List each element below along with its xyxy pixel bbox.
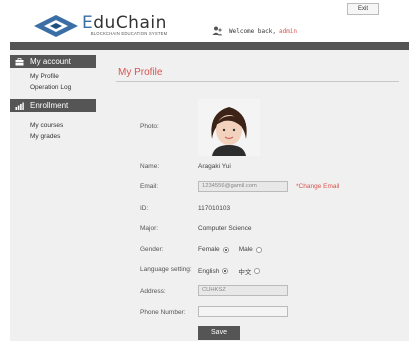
gender-option-male-label: Male — [238, 246, 253, 253]
major-label: Major: — [140, 225, 159, 232]
logo-prefix: E — [82, 13, 94, 33]
name-label: Name: — [140, 163, 160, 170]
name-value: Aragaki Yui — [198, 163, 231, 170]
address-field[interactable]: CUHKSZ — [198, 285, 288, 296]
phone-label: Phone Number: — [140, 309, 186, 316]
logo-subtitle: BLOCKCHAIN EDUCATION SYSTEM — [90, 31, 168, 36]
sidebar-item-operation-log[interactable]: Operation Log — [10, 82, 96, 93]
email-label: Email: — [140, 183, 159, 190]
app-header: EduChain BLOCKCHAIN EDUCATION SYSTEM Wel… — [0, 0, 409, 40]
language-label: Language setting: — [140, 266, 192, 273]
language-radio-english[interactable] — [222, 268, 229, 274]
id-label: ID: — [140, 205, 149, 212]
sidebar: My account My Profile Operation Log Enro… — [10, 50, 96, 341]
sidebar-item-my-profile[interactable]: My Profile — [10, 71, 96, 82]
users-icon — [212, 26, 223, 36]
gender-radio-group: Female Male — [198, 246, 272, 253]
id-value: 117010103 — [198, 205, 231, 212]
welcome-text: Welcome back, — [229, 27, 276, 35]
save-button[interactable]: Save — [198, 326, 240, 340]
diamond-logo-icon — [34, 15, 78, 37]
phone-field[interactable] — [198, 306, 288, 317]
bar-chart-icon — [15, 102, 24, 110]
title-divider — [116, 81, 399, 82]
sidebar-section-enrollment-label: Enrollment — [30, 101, 69, 110]
email-field: 1234556@gamil.com — [198, 181, 288, 192]
sidebar-section-enrollment[interactable]: Enrollment — [10, 99, 96, 112]
gender-radio-female[interactable] — [222, 246, 229, 253]
language-option-chinese-label: 中文 — [238, 269, 252, 276]
language-radio-chinese[interactable] — [254, 268, 261, 274]
sidebar-enrollment-list: My courses My grades — [10, 112, 96, 142]
profile-panel: My Profile Photo: Name: Aragaki Yui Emai… — [96, 50, 409, 341]
educhain-logo: EduChain BLOCKCHAIN EDUCATION SYSTEM — [34, 12, 174, 40]
profile-photo — [198, 99, 260, 156]
page-title: My Profile — [118, 67, 163, 78]
sidebar-item-my-courses[interactable]: My courses — [10, 120, 96, 131]
change-email-link[interactable]: *Change Email — [296, 183, 339, 190]
gender-label: Gender: — [140, 246, 164, 253]
sidebar-section-account-label: My account — [30, 57, 71, 66]
top-divider-bar — [10, 42, 409, 50]
gender-radio-male[interactable] — [255, 246, 262, 253]
sidebar-section-account[interactable]: My account — [10, 55, 96, 68]
welcome-message: Welcome back, admin — [212, 26, 297, 36]
logo-rest: duChain — [93, 13, 167, 33]
major-value: Computer Science — [198, 225, 252, 232]
sidebar-item-my-grades[interactable]: My grades — [10, 131, 96, 142]
username-label: admin — [278, 27, 298, 35]
photo-label: Photo: — [140, 123, 159, 130]
sidebar-account-list: My Profile Operation Log — [10, 68, 96, 93]
exit-button[interactable]: Exit — [347, 3, 379, 15]
briefcase-icon — [15, 57, 24, 65]
language-option-english-label: English — [198, 267, 220, 275]
logo-name: EduChain — [82, 13, 167, 33]
gender-option-female-label: Female — [198, 246, 220, 253]
address-label: Address: — [140, 288, 166, 295]
language-radio-group: English 中文 — [198, 266, 270, 276]
